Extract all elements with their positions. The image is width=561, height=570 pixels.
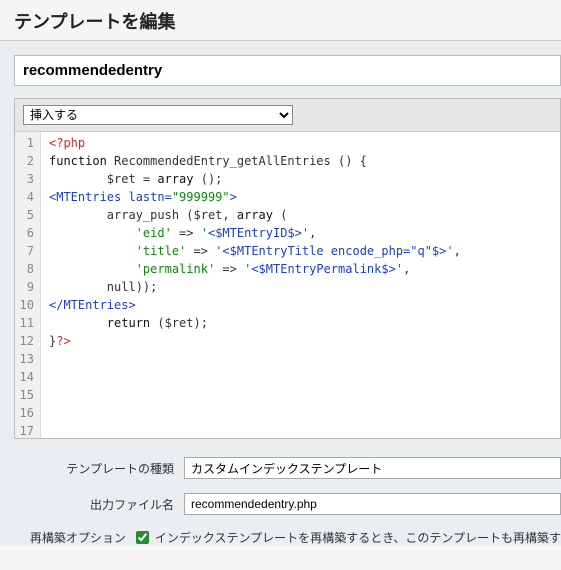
rebuild-check-wrapper: インデックステンプレートを再構築するとき、このテンプレートも再構築す <box>136 529 561 546</box>
content-area: 挿入する 1234567891011121314151617 <?phpfunc… <box>0 41 561 546</box>
rebuild-option-row: 再構築オプション インデックステンプレートを再構築するとき、このテンプレートも再… <box>14 529 561 546</box>
line-gutter: 1234567891011121314151617 <box>15 132 41 438</box>
template-type-label: テンプレートの種類 <box>14 460 184 477</box>
code-content[interactable]: <?phpfunction RecommendedEntry_getAllEnt… <box>41 132 560 438</box>
output-file-row: 出力ファイル名 <box>14 493 561 515</box>
editor-box: 挿入する 1234567891011121314151617 <?phpfunc… <box>14 98 561 439</box>
rebuild-option-label: 再構築オプション <box>14 529 136 546</box>
rebuild-checkbox[interactable] <box>136 531 149 544</box>
editor-toolbar: 挿入する <box>15 99 560 132</box>
insert-select[interactable]: 挿入する <box>23 105 293 125</box>
page-title: テンプレートを編集 <box>0 0 561 40</box>
fields-section: テンプレートの種類 出力ファイル名 再構築オプション インデックステンプレートを… <box>14 457 561 546</box>
code-editor[interactable]: 1234567891011121314151617 <?phpfunction … <box>15 132 560 438</box>
rebuild-checkbox-text: インデックステンプレートを再構築するとき、このテンプレートも再構築す <box>155 529 561 546</box>
template-type-row: テンプレートの種類 <box>14 457 561 479</box>
template-name-input[interactable] <box>14 55 561 86</box>
output-file-label: 出力ファイル名 <box>14 496 184 513</box>
output-file-input[interactable] <box>184 493 561 515</box>
template-type-input[interactable] <box>184 457 561 479</box>
